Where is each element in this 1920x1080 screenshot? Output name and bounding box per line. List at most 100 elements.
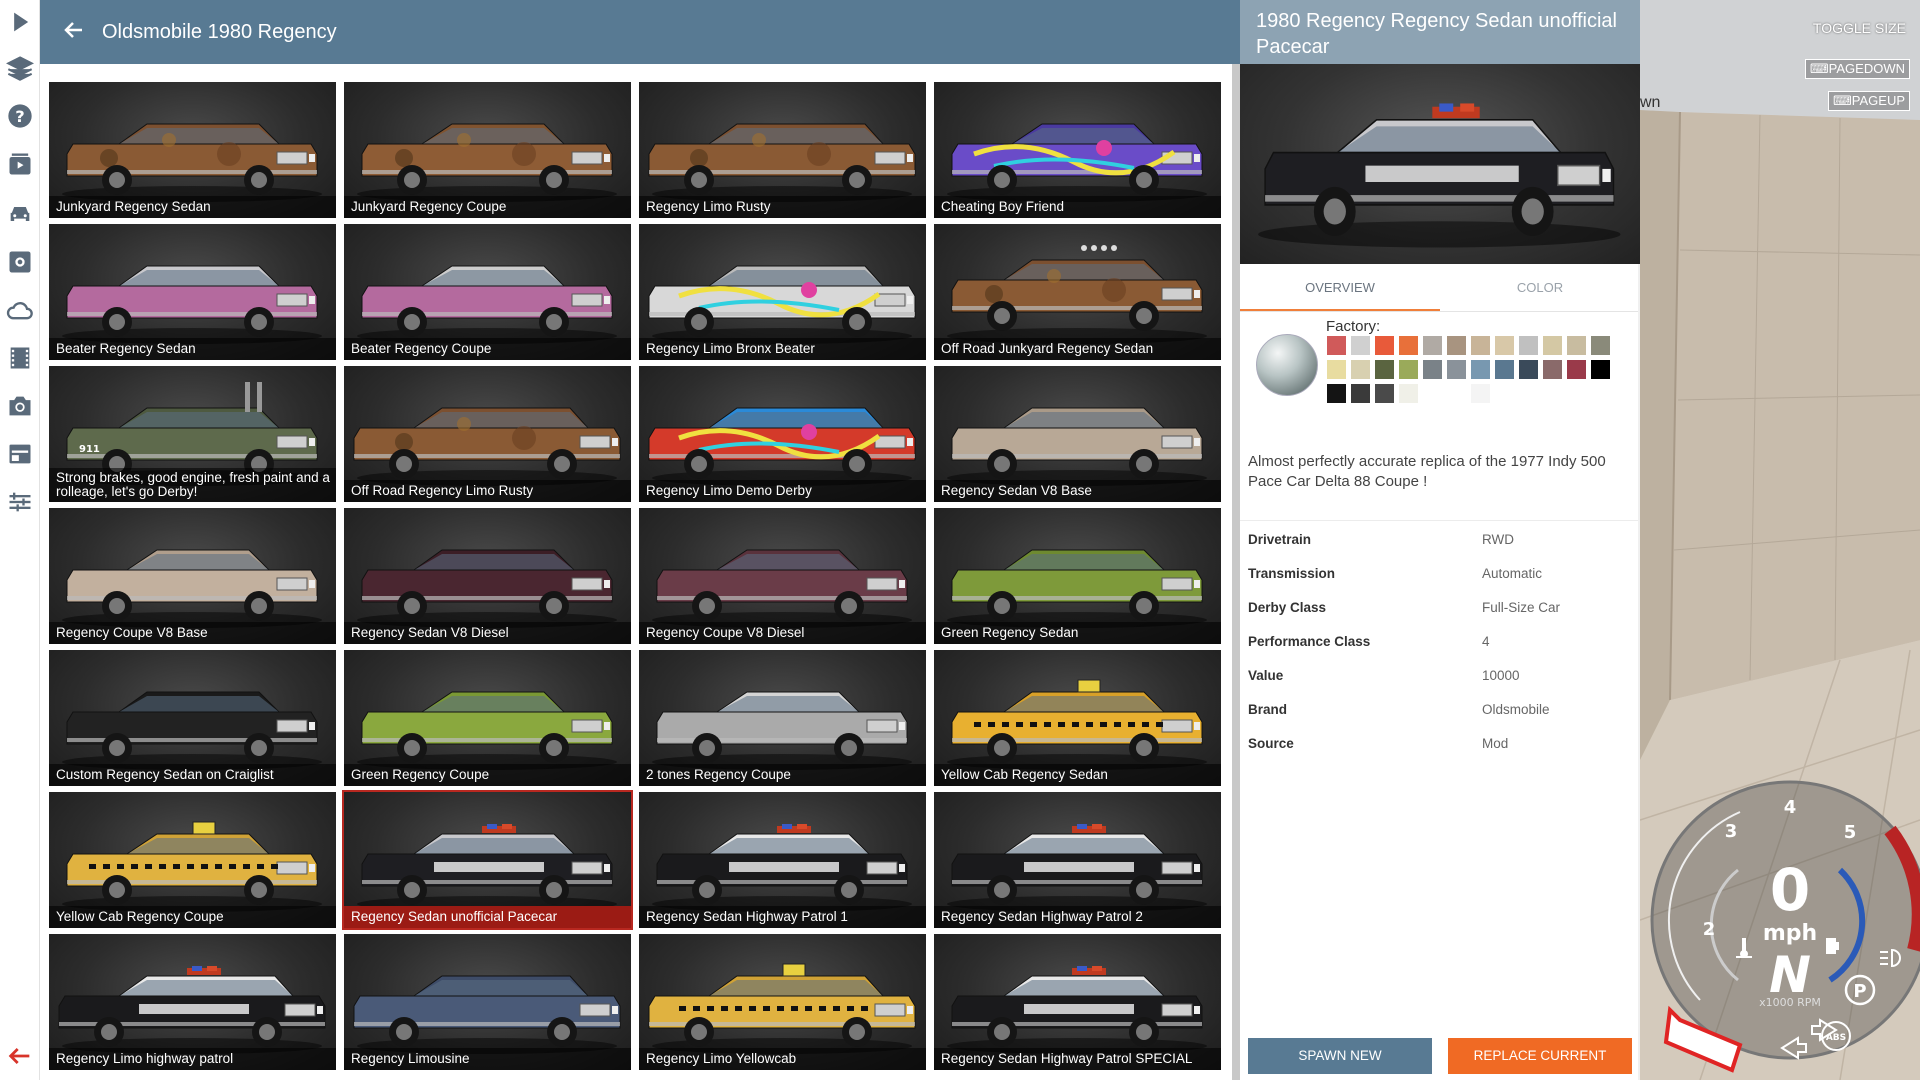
- vehicle-thumbnail-image: [58, 966, 326, 1054]
- detail-title: 1980 Regency Regency Sedan unofficial Pa…: [1240, 0, 1640, 64]
- color-swatch[interactable]: [1327, 336, 1346, 355]
- vehicle-thumbnail-image: [947, 245, 1207, 344]
- color-swatch[interactable]: [1447, 360, 1466, 379]
- color-swatch[interactable]: [1399, 336, 1418, 355]
- color-swatch[interactable]: [1351, 336, 1370, 355]
- color-swatch[interactable]: [1471, 336, 1490, 355]
- config-tile[interactable]: Regency Sedan V8 Base: [934, 366, 1221, 502]
- config-tile-label: Cheating Boy Friend: [934, 196, 1221, 218]
- vehicle-thumbnail-image: [947, 824, 1207, 912]
- tab-overview[interactable]: OVERVIEW: [1240, 264, 1440, 311]
- color-swatch[interactable]: [1495, 360, 1514, 379]
- config-tile[interactable]: Regency Limo Bronx Beater: [639, 224, 926, 360]
- config-tile-label: Regency Sedan Highway Patrol 2: [934, 906, 1221, 928]
- config-tile[interactable]: Yellow Cab Regency Sedan: [934, 650, 1221, 786]
- config-tile[interactable]: Regency Limousine: [344, 934, 631, 1070]
- color-swatch[interactable]: [1399, 384, 1418, 403]
- camera-icon[interactable]: [4, 390, 36, 422]
- config-tile[interactable]: Regency Sedan Highway Patrol 1: [639, 792, 926, 928]
- config-tile[interactable]: Junkyard Regency Sedan: [49, 82, 336, 218]
- play-icon[interactable]: [4, 6, 36, 38]
- color-swatch[interactable]: [1447, 336, 1466, 355]
- pageup-key-button[interactable]: ⌨PAGEUP: [1828, 91, 1910, 111]
- config-tile-label: Yellow Cab Regency Sedan: [934, 764, 1221, 786]
- color-swatch[interactable]: [1423, 384, 1442, 403]
- pagedown-key-button[interactable]: ⌨PAGEDOWN: [1804, 59, 1910, 79]
- tab-color[interactable]: COLOR: [1440, 264, 1640, 311]
- color-swatch[interactable]: [1399, 360, 1418, 379]
- config-tile-label: Regency Coupe V8 Diesel: [639, 622, 926, 644]
- grid-scrollbar-thumb[interactable]: [1232, 64, 1240, 1080]
- config-tile[interactable]: 911 Strong brakes, good engine, fresh pai…: [49, 366, 336, 502]
- config-tile[interactable]: Regency Sedan V8 Diesel: [344, 508, 631, 644]
- ui-apps-icon[interactable]: [4, 438, 36, 470]
- speed-readout: 0: [1770, 856, 1810, 924]
- config-tile[interactable]: Custom Regency Sedan on Craiglist: [49, 650, 336, 786]
- spec-row: Performance Class 4: [1248, 624, 1632, 658]
- config-tile[interactable]: Yellow Cab Regency Coupe: [49, 792, 336, 928]
- config-tile[interactable]: Green Regency Coupe: [344, 650, 631, 786]
- color-swatch[interactable]: [1519, 336, 1538, 355]
- color-swatch[interactable]: [1591, 360, 1610, 379]
- color-swatch[interactable]: [1543, 360, 1562, 379]
- vehicle-thumbnail-image: [652, 691, 912, 770]
- config-tile[interactable]: Off Road Junkyard Regency Sedan: [934, 224, 1221, 360]
- layers-icon[interactable]: [4, 52, 36, 84]
- color-swatch[interactable]: [1375, 360, 1394, 379]
- config-tile[interactable]: Regency Limo highway patrol: [49, 934, 336, 1070]
- config-tile[interactable]: Cheating Boy Friend: [934, 82, 1221, 218]
- config-tile[interactable]: Regency Sedan Highway Patrol 2: [934, 792, 1221, 928]
- config-tile[interactable]: Regency Sedan unofficial Pacecar: [342, 790, 633, 930]
- video-icon[interactable]: [4, 148, 36, 180]
- color-swatch[interactable]: [1447, 384, 1466, 403]
- config-tile[interactable]: 2 tones Regency Coupe: [639, 650, 926, 786]
- color-swatch[interactable]: [1471, 360, 1490, 379]
- config-tile[interactable]: Regency Limo Demo Derby: [639, 366, 926, 502]
- car-icon[interactable]: [4, 198, 36, 230]
- replace-current-button[interactable]: REPLACE CURRENT: [1448, 1038, 1632, 1074]
- color-swatch[interactable]: [1543, 336, 1562, 355]
- color-swatch[interactable]: [1351, 384, 1370, 403]
- color-swatch[interactable]: [1471, 384, 1490, 403]
- color-swatch[interactable]: [1495, 336, 1514, 355]
- rpm-tick-3: 3: [1725, 821, 1738, 842]
- color-swatch[interactable]: [1327, 360, 1346, 379]
- spawn-new-button[interactable]: SPAWN NEW: [1248, 1038, 1432, 1074]
- color-swatch[interactable]: [1327, 384, 1346, 403]
- config-tile[interactable]: Green Regency Sedan: [934, 508, 1221, 644]
- film-icon[interactable]: [4, 342, 36, 374]
- spec-value: 4: [1482, 633, 1490, 649]
- back-arrow-icon[interactable]: [62, 18, 90, 46]
- config-tile[interactable]: Regency Sedan Highway Patrol SPECIAL: [934, 934, 1221, 1070]
- color-swatch[interactable]: [1375, 384, 1394, 403]
- color-swatch[interactable]: [1375, 336, 1394, 355]
- color-swatch[interactable]: [1519, 360, 1538, 379]
- config-tile[interactable]: Regency Limo Yellowcab: [639, 934, 926, 1070]
- toggle-size-button[interactable]: TOGGLE SIZE: [1813, 20, 1906, 36]
- color-swatch[interactable]: [1495, 384, 1514, 403]
- config-tile[interactable]: Beater Regency Sedan: [49, 224, 336, 360]
- sliders-icon[interactable]: [4, 486, 36, 518]
- color-swatch[interactable]: [1423, 336, 1442, 355]
- config-tile[interactable]: Regency Limo Rusty: [639, 82, 926, 218]
- spec-value: Mod: [1482, 735, 1509, 751]
- config-tile-label: Junkyard Regency Coupe: [344, 196, 631, 218]
- grid-scrollbar[interactable]: [1232, 64, 1240, 1080]
- vehicle-thumbnail-image: [648, 123, 916, 202]
- config-tile[interactable]: Junkyard Regency Coupe: [344, 82, 631, 218]
- parts-icon[interactable]: [4, 246, 36, 278]
- color-swatch[interactable]: [1567, 336, 1586, 355]
- config-tile[interactable]: Beater Regency Coupe: [344, 224, 631, 360]
- color-swatch[interactable]: [1423, 360, 1442, 379]
- color-swatch[interactable]: [1567, 360, 1586, 379]
- help-icon[interactable]: ?: [4, 100, 36, 132]
- color-swatch[interactable]: [1591, 336, 1610, 355]
- config-tile[interactable]: Off Road Regency Limo Rusty: [344, 366, 631, 502]
- vehicle-thumbnail-image: [947, 679, 1207, 770]
- config-tile[interactable]: Regency Coupe V8 Base: [49, 508, 336, 644]
- color-section: Factory:: [1240, 318, 1640, 428]
- color-swatch[interactable]: [1351, 360, 1370, 379]
- config-tile[interactable]: Regency Coupe V8 Diesel: [639, 508, 926, 644]
- exit-arrow-icon[interactable]: [4, 1040, 36, 1072]
- cloud-icon[interactable]: [4, 294, 36, 326]
